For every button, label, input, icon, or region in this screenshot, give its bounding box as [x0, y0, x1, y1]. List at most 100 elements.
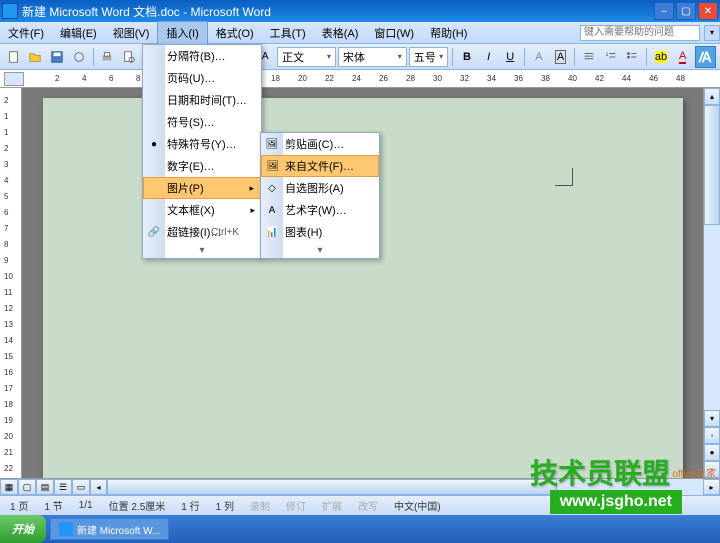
menu-item-clipart[interactable]: 🖼剪贴画(C)… — [261, 133, 379, 155]
menu-file[interactable]: 文件(F) — [0, 22, 52, 44]
titlebar: 新建 Microsoft Word 文档.doc - Microsoft Wor… — [0, 0, 720, 22]
menu-item-hyperlink[interactable]: 🔗超链接(I)…Ctrl+K — [143, 221, 261, 243]
normal-view-button[interactable]: ▦ — [0, 479, 18, 495]
permission-button[interactable] — [69, 47, 89, 67]
taskbar-item-word[interactable]: 新建 Microsoft W... — [50, 518, 169, 540]
ruler-tick: 40 — [568, 74, 577, 83]
ruler-tick: 42 — [595, 74, 604, 83]
help-dropdown-arrow[interactable]: ▾ — [704, 25, 720, 41]
scroll-left-button[interactable]: ◂ — [90, 479, 107, 495]
status-ovr[interactable]: 改写 — [354, 498, 382, 513]
menu-item-picture[interactable]: 图片(P)▸ — [143, 177, 261, 199]
menu-item-symbol[interactable]: 符号(S)… — [143, 111, 261, 133]
menu-tools[interactable]: 工具(T) — [262, 22, 314, 44]
ruler-tick: 12 — [4, 304, 13, 313]
menu-item-textbox[interactable]: 文本框(X)▸ — [143, 199, 261, 221]
menu-item-from-file[interactable]: 🖼来自文件(F)… — [261, 155, 379, 177]
clipart-icon: 🖼 — [264, 136, 280, 152]
italic-button[interactable]: I — [479, 47, 499, 67]
menu-item-pagenumber[interactable]: 页码(U)… — [143, 67, 261, 89]
char-border-button[interactable]: A — [551, 47, 571, 67]
ruler-tick: 17 — [4, 384, 13, 393]
status-ext[interactable]: 扩展 — [318, 498, 346, 513]
underline-button[interactable]: U — [500, 47, 520, 67]
menu-format[interactable]: 格式(O) — [208, 22, 262, 44]
bullets-button[interactable] — [623, 47, 643, 67]
maximize-button[interactable]: ▢ — [676, 2, 696, 20]
from-file-icon: 🖼 — [265, 158, 281, 174]
menu-item-datetime[interactable]: 日期和时间(T)… — [143, 89, 261, 111]
submenu-arrow-icon: ▸ — [249, 183, 254, 194]
ruler-tick: 10 — [4, 272, 13, 281]
horizontal-ruler[interactable]: 2468101214161820222426283032343638404244… — [0, 70, 720, 88]
size-combo[interactable]: 五号▾ — [409, 47, 448, 67]
print-button[interactable] — [98, 47, 118, 67]
status-rev[interactable]: 修订 — [282, 498, 310, 513]
align-justify-button[interactable] — [579, 47, 599, 67]
status-lang[interactable]: 中文(中国) — [390, 498, 445, 513]
chart-icon: 📊 — [264, 224, 280, 240]
status-rec[interactable]: 录制 — [246, 498, 274, 513]
scroll-right-button[interactable]: ▸ — [703, 479, 720, 495]
bold-button[interactable]: B — [457, 47, 477, 67]
browse-object-button[interactable]: ● — [704, 444, 720, 461]
print-preview-button[interactable] — [119, 47, 139, 67]
start-button[interactable]: 开始 — [0, 515, 46, 543]
menu-view[interactable]: 视图(V) — [105, 22, 158, 44]
font-color-button[interactable]: A — [673, 47, 693, 67]
open-button[interactable] — [26, 47, 46, 67]
scroll-track[interactable] — [704, 105, 720, 410]
reading-view-button[interactable]: ▭ — [72, 479, 90, 495]
window-title: 新建 Microsoft Word 文档.doc - Microsoft Wor… — [22, 3, 654, 20]
menu-table[interactable]: 表格(A) — [314, 22, 367, 44]
taskbar: 开始 新建 Microsoft W... — [0, 515, 720, 543]
status-line: 1 行 — [177, 498, 203, 513]
shortcut-label: Ctrl+K — [211, 227, 239, 238]
print-view-button[interactable]: ▤ — [36, 479, 54, 495]
special-symbol-icon: ● — [146, 136, 162, 152]
menu-item-autoshapes[interactable]: ◇自选图形(A) — [261, 177, 379, 199]
ruler-tick: 2 — [4, 96, 8, 105]
highlight-button[interactable]: ab — [651, 47, 671, 67]
help-search-input[interactable] — [580, 25, 700, 41]
app-icon — [2, 3, 18, 19]
watermark-text2: www.jsgho.net — [550, 490, 682, 514]
status-pages: 1/1 — [75, 500, 97, 511]
ruler-tick: 30 — [433, 74, 442, 83]
menu-item-chart[interactable]: 📊图表(H) — [261, 221, 379, 243]
ruler-tick: 9 — [4, 256, 8, 265]
ruler-tick: 28 — [406, 74, 415, 83]
outline-view-button[interactable]: ☰ — [54, 479, 72, 495]
ruler-tick: 15 — [4, 352, 13, 361]
font-combo[interactable]: 宋体▾ — [338, 47, 407, 67]
menu-window[interactable]: 窗口(W) — [366, 22, 422, 44]
ruler-tick: 34 — [487, 74, 496, 83]
minimize-button[interactable]: – — [654, 2, 674, 20]
prev-page-button[interactable]: ◦ — [704, 427, 720, 444]
taskbar-item-label: 新建 Microsoft W... — [77, 522, 160, 537]
ruler-tick: 6 — [109, 74, 113, 83]
numbering-button[interactable]: 1 — [601, 47, 621, 67]
menu-insert[interactable]: 插入(I) — [157, 21, 207, 45]
menu-item-special-symbol[interactable]: ●特殊符号(Y)… — [143, 133, 261, 155]
scroll-thumb[interactable] — [704, 105, 720, 225]
menu-item-break[interactable]: 分隔符(B)… — [143, 45, 261, 67]
close-button[interactable]: ✕ — [698, 2, 718, 20]
ruler-tick: 18 — [4, 400, 13, 409]
watermark-text1: 技术员联盟 — [530, 452, 670, 492]
scroll-thumb-h[interactable] — [107, 479, 557, 495]
new-doc-button[interactable] — [4, 47, 24, 67]
submenu-arrow-icon: ▸ — [250, 205, 255, 216]
menu-item-wordart[interactable]: A艺术字(W)… — [261, 199, 379, 221]
save-button[interactable] — [47, 47, 67, 67]
ruler-tick: 21 — [4, 448, 13, 457]
vertical-ruler[interactable]: 2112345678910111213141516171819202122 — [0, 88, 22, 478]
menu-item-number[interactable]: 数字(E)… — [143, 155, 261, 177]
menu-edit[interactable]: 编辑(E) — [52, 22, 105, 44]
web-view-button[interactable]: ▢ — [18, 479, 36, 495]
scroll-up-button[interactable]: ▴ — [704, 88, 720, 105]
font-shadow-button[interactable]: A — [529, 47, 549, 67]
scroll-down-button[interactable]: ▾ — [704, 410, 720, 427]
menu-help[interactable]: 帮助(H) — [422, 22, 475, 44]
style-combo[interactable]: 正文▾ — [277, 47, 336, 67]
